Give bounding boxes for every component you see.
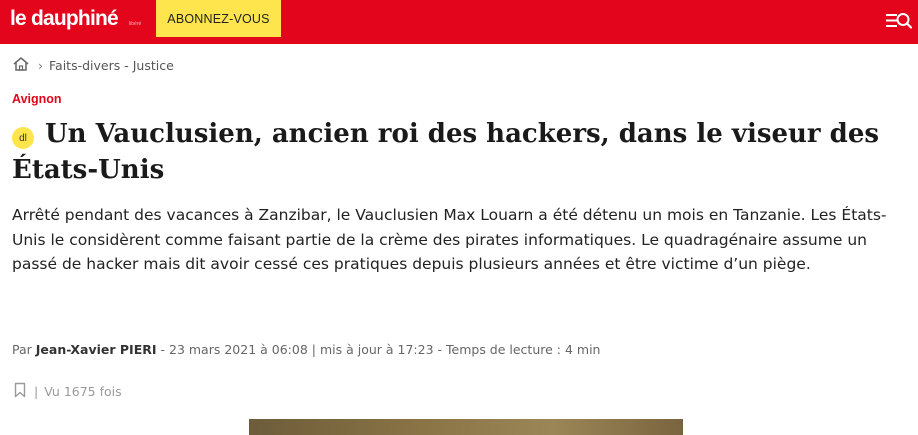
update-time: | mis à jour à 17:23 (311, 342, 434, 357)
menu-icon[interactable] (886, 14, 897, 27)
home-icon[interactable] (12, 56, 30, 75)
article-title: Un Vauclusien, ancien roi des hackers, d… (12, 119, 880, 185)
article-photo (249, 419, 683, 435)
breadcrumb-section-link[interactable]: Faits-divers - Justice (49, 58, 174, 73)
logo-subtitle: libéré (129, 21, 142, 27)
article-category[interactable]: Avignon (12, 92, 62, 106)
author-name[interactable]: Jean-Xavier PIERI (36, 342, 157, 357)
article-lede: Arrêté pendant des vacances à Zanzibar, … (12, 206, 887, 273)
subscribe-button[interactable]: ABONNEZ-VOUS (156, 0, 281, 37)
publish-date: - 23 mars 2021 à 06:08 (160, 342, 308, 357)
view-count: Vu 1675 fois (44, 384, 122, 399)
stats-separator: | (34, 384, 39, 399)
byline-prefix: Par (12, 342, 32, 357)
article-stats: | Vu 1675 fois (14, 382, 122, 401)
search-icon[interactable] (896, 13, 913, 29)
article-byline: Par Jean-Xavier PIERI - 23 mars 2021 à 0… (12, 342, 600, 357)
breadcrumb-chevron-icon: › (38, 58, 43, 73)
header-actions (886, 11, 913, 31)
bookmark-icon[interactable] (14, 382, 26, 401)
site-logo[interactable]: le dauphiné (10, 7, 119, 31)
breadcrumb: › Faits-divers - Justice (12, 56, 174, 75)
reading-time: - Temps de lecture : 4 min (437, 342, 601, 357)
site-header: le dauphiné libéré ABONNEZ-VOUS (0, 0, 918, 44)
